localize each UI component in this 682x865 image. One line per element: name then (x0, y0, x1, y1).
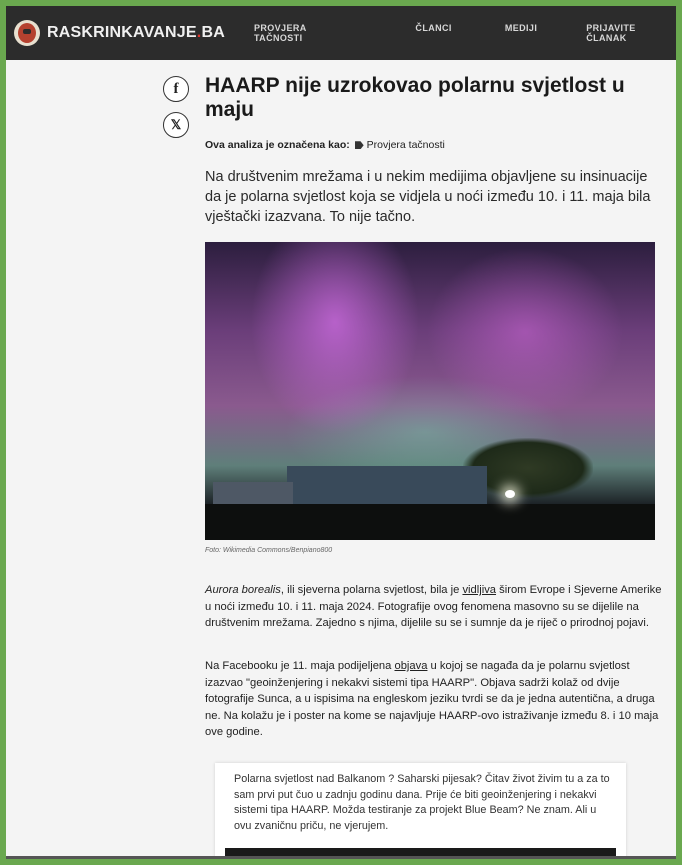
embedded-post-text: Polarna svjetlost nad Balkanom ? Saharsk… (234, 773, 610, 832)
x-share-icon[interactable]: 𝕏 (163, 112, 189, 138)
logo-icon (14, 20, 40, 46)
aurora-photo (205, 242, 655, 540)
page-frame: RASKRINKAVANJE.BA PROVJERA TAČNOSTI ČLAN… (6, 6, 676, 859)
nav-prijavite-clanak[interactable]: PRIJAVITE ČLANAK (586, 23, 676, 43)
embedded-post: Polarna svjetlost nad Balkanom ? Saharsk… (215, 763, 626, 859)
facebook-share-icon[interactable]: f (163, 76, 189, 102)
photo-caption: Foto: Wikimedia Commons/Benpiano800 (205, 547, 333, 554)
objava-link[interactable]: objava (394, 660, 427, 672)
article-lead: Na društvenim mrežama i u nekim medijima… (205, 169, 651, 225)
paragraph-1: Aurora borealis, ili sjeverna polarna sv… (205, 584, 662, 629)
article-title: HAARP nije uzrokovao polarnu svjetlost u… (205, 74, 625, 121)
nav-mediji[interactable]: MEDIJI (505, 23, 537, 43)
tag-label: Ova analiza je označena kao: (205, 139, 350, 151)
article-tagline: Ova analiza je označena kao: Provjera ta… (205, 139, 445, 151)
site-header: RASKRINKAVANJE.BA PROVJERA TAČNOSTI ČLAN… (6, 6, 676, 60)
main-nav: PROVJERA TAČNOSTI ČLANCI MEDIJI PRIJAVIT… (254, 23, 676, 43)
tag-value-link[interactable]: Provjera tačnosti (367, 139, 445, 151)
vidljiva-link[interactable]: vidljiva (462, 584, 496, 596)
site-logo[interactable]: RASKRINKAVANJE.BA (14, 20, 225, 46)
nav-provjera-tacnosti[interactable]: PROVJERA TAČNOSTI (254, 23, 354, 43)
tag-icon (354, 141, 364, 150)
scrollbar-bottom[interactable] (6, 856, 676, 859)
nav-clanci[interactable]: ČLANCI (415, 23, 451, 43)
aurora-term: Aurora borealis (205, 584, 281, 596)
paragraph-2: Na Facebooku je 11. maja podijeljena obj… (205, 660, 659, 738)
logo-text: RASKRINKAVANJE.BA (47, 24, 225, 41)
